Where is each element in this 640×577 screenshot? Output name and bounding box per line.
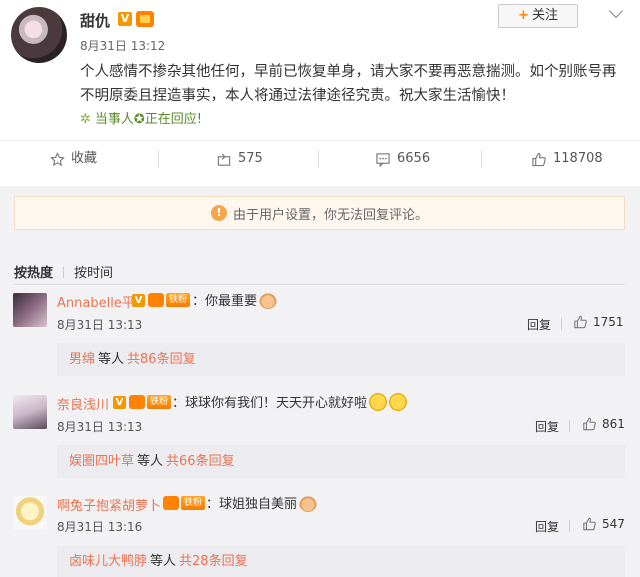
- fan-badge: 铁粉: [147, 395, 172, 409]
- commenter-name[interactable]: 奈良浅川: [57, 394, 109, 413]
- divider: [14, 284, 625, 285]
- comment-body: 球球你有我们！天天开心就好啦: [185, 396, 368, 411]
- user-badges: V 铁粉: [132, 293, 191, 307]
- vip-crown-icon: [163, 496, 179, 510]
- author-avatar[interactable]: [11, 7, 67, 63]
- comment-body: 你最重要: [205, 294, 258, 309]
- reply-button[interactable]: 回复: [535, 518, 559, 535]
- comment-sort-tabs: 按热度 按时间: [14, 262, 113, 281]
- follow-label: 关注: [531, 8, 558, 23]
- user-badges: V 铁粉: [113, 395, 172, 409]
- sort-by-hot-tab[interactable]: 按热度: [14, 266, 53, 281]
- comment-like-count: 861: [602, 417, 625, 431]
- commenter-avatar[interactable]: [13, 395, 47, 429]
- divider: [63, 267, 65, 278]
- comment-like-button[interactable]: 547: [582, 517, 625, 531]
- sort-by-time-tab[interactable]: 按时间: [74, 266, 113, 281]
- repost-button[interactable]: 575: [216, 141, 263, 177]
- verified-v-icon: V: [118, 12, 132, 26]
- comment-like-count: 1751: [593, 315, 624, 329]
- divider: [569, 520, 570, 532]
- comment-like-count: 547: [602, 517, 625, 531]
- party-responding-link[interactable]: ✲ 当事人✪正在回应!: [80, 108, 202, 127]
- divider: [569, 420, 570, 432]
- reply-button[interactable]: 回复: [527, 316, 551, 333]
- sub-reply-etc: 等人: [98, 352, 125, 367]
- divider: [158, 150, 159, 168]
- thumb-up-icon: [574, 315, 587, 329]
- comment-text: ：球球你有我们！天天开心就好啦: [172, 392, 408, 411]
- vip-crown-icon: [148, 293, 164, 307]
- star-icon: [50, 151, 65, 166]
- reply-disabled-notice: ! 由于用户设置，你无法回复评论。: [14, 196, 625, 230]
- divider: [561, 318, 562, 330]
- commenter-name[interactable]: 啊兔子抱紧胡萝卜: [57, 495, 161, 514]
- comment-icon: [376, 152, 390, 167]
- plus-icon: +: [518, 8, 529, 23]
- share-icon: [217, 152, 231, 166]
- comment-body: 球姐独自美丽: [219, 497, 298, 512]
- warning-icon: !: [210, 205, 227, 221]
- fan-badge: 铁粉: [166, 293, 191, 307]
- party-text: 当事人✪正在回应!: [94, 112, 203, 127]
- comment-like-button[interactable]: 1751: [573, 315, 624, 329]
- like-button[interactable]: 118708: [531, 141, 603, 177]
- comment-button[interactable]: 6656: [375, 141, 430, 177]
- post-content: 个人感情不掺杂其他任何，早前已恢复单身，请大家不要再恶意揣测。如个别账号再不明原…: [80, 64, 617, 104]
- comment-time: 8月31日 13:13: [57, 318, 143, 332]
- favorite-button[interactable]: 收藏: [50, 141, 97, 177]
- sub-reply-etc: 等人: [150, 554, 177, 569]
- post-time[interactable]: 8月31日 13:12: [80, 37, 165, 54]
- thumb-up-icon: [583, 417, 596, 431]
- verified-v-icon: V: [113, 395, 126, 409]
- sub-replies-summary[interactable]: 卤味儿大鸭脖 等人 共28条回复: [57, 546, 625, 577]
- follow-button[interactable]: + 关注: [498, 4, 578, 28]
- weibo-post: 甜仇 V 8月31日 13:12 + 关注 个人感情不掺杂其他任何，早前已恢复单身…: [0, 0, 640, 186]
- comment-count: 6656: [397, 151, 431, 166]
- comment-like-button[interactable]: 861: [582, 417, 625, 431]
- sub-reply-user[interactable]: 娱圈四叶草: [69, 454, 134, 469]
- sub-replies-summary[interactable]: 娱圈四叶草 等人 共66条回复: [57, 445, 625, 478]
- smile-emoji-icon: [389, 392, 408, 411]
- like-count: 118708: [553, 151, 603, 166]
- sub-reply-count[interactable]: 共86条回复: [127, 352, 196, 367]
- comment-time: 8月31日 13:13: [57, 420, 143, 434]
- sub-replies-summary[interactable]: 男绵 等人 共86条回复: [57, 343, 625, 376]
- vip-crown-icon: [129, 395, 145, 409]
- sub-reply-user[interactable]: 男绵: [69, 352, 95, 367]
- divider: [318, 150, 319, 168]
- sub-reply-count[interactable]: 共66条回复: [166, 454, 235, 469]
- vip-crown-icon: [136, 11, 154, 27]
- thumb-up-icon: [583, 517, 596, 531]
- thumbs-up-emoji-icon: [299, 493, 318, 512]
- user-badges: 铁粉: [163, 496, 206, 510]
- favorite-label: 收藏: [71, 151, 98, 166]
- notice-text: 由于用户设置，你无法回复评论。: [232, 207, 428, 223]
- post-action-bar: 收藏 575 6656 118708: [0, 140, 640, 178]
- divider: [481, 150, 482, 168]
- verified-v-icon: V: [132, 293, 145, 307]
- commenter-avatar[interactable]: [13, 496, 47, 530]
- comment-text: ：球姐独自美丽: [206, 493, 318, 512]
- comment-time: 8月31日 13:16: [57, 520, 143, 534]
- thumbs-up-emoji-icon: [259, 290, 278, 309]
- sub-reply-user[interactable]: 卤味儿大鸭脖: [69, 554, 147, 569]
- sparkle-icon: ✲: [80, 112, 91, 127]
- smile-emoji-icon: [369, 392, 388, 411]
- sub-reply-etc: 等人: [137, 454, 164, 469]
- comment-text: ：你最重要: [192, 290, 278, 309]
- fan-badge: 铁粉: [181, 496, 206, 510]
- chevron-down-icon[interactable]: [608, 3, 624, 19]
- reply-button[interactable]: 回复: [535, 418, 559, 435]
- thumb-up-icon: [532, 152, 546, 166]
- post-author-name[interactable]: 甜仇: [80, 10, 110, 31]
- repost-count: 575: [238, 151, 263, 166]
- commenter-name[interactable]: Annabelle平: [57, 292, 135, 311]
- commenter-avatar[interactable]: [13, 293, 47, 327]
- sub-reply-count[interactable]: 共28条回复: [179, 554, 248, 569]
